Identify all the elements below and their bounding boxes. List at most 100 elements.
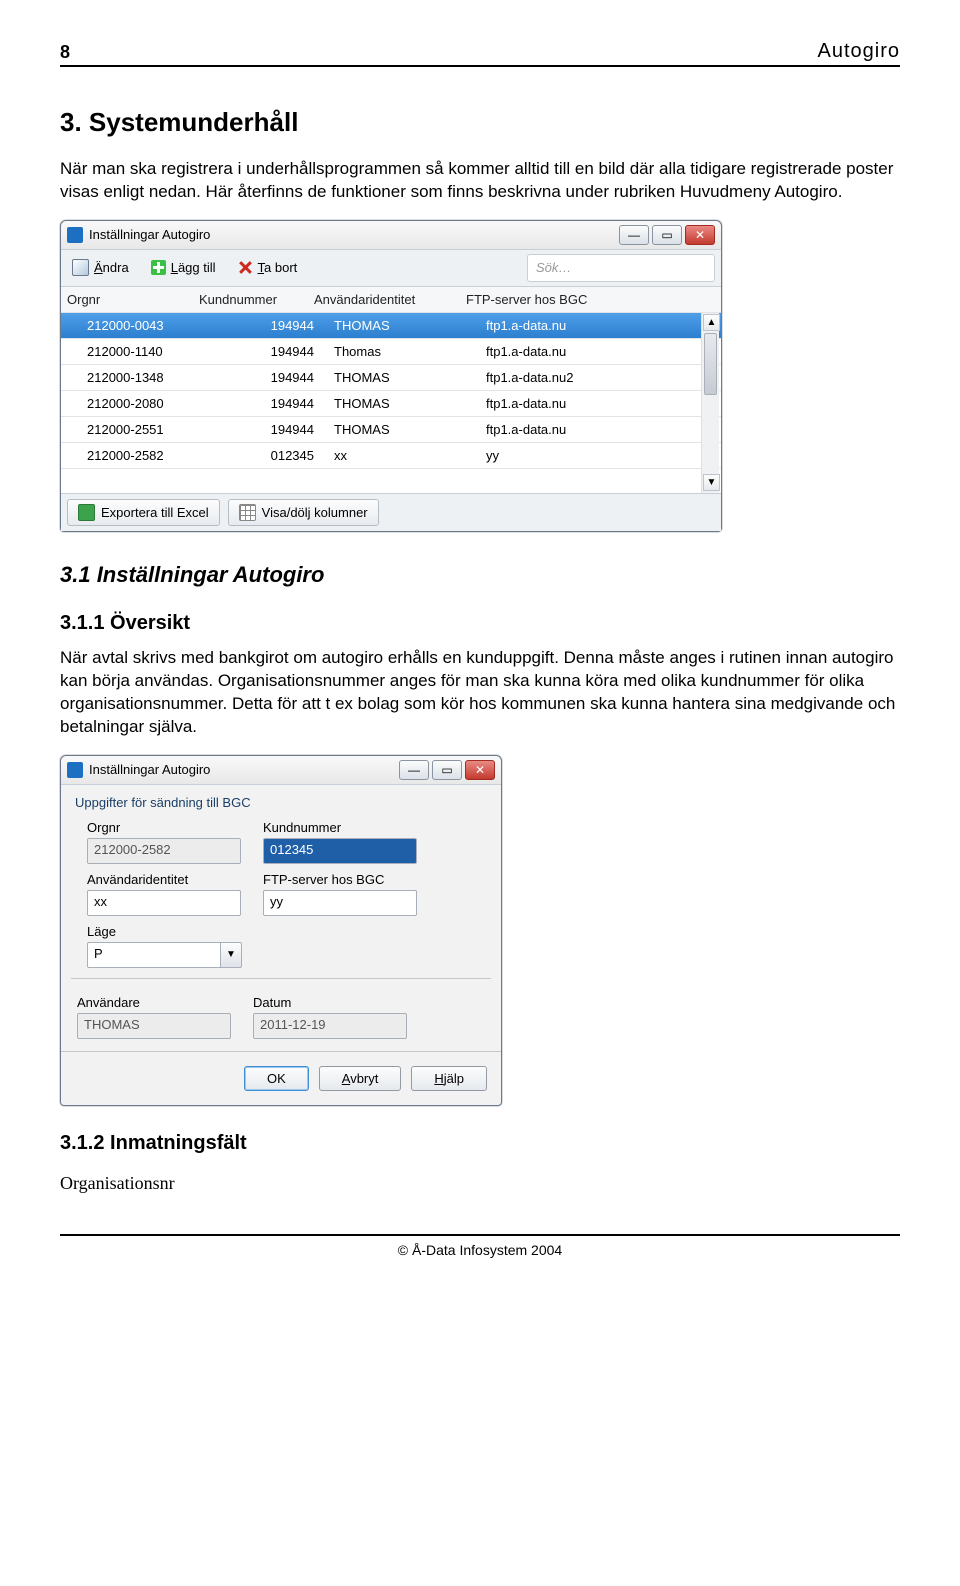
label-anvandare: Användare [77,995,231,1010]
table-row[interactable]: 212000-0043194944THOMASftp1.a-data.nu [61,313,721,339]
dialog-buttons: OK Avbryt Hjälp [61,1051,501,1105]
label-datum: Datum [253,995,407,1010]
group-label-bgc: Uppgifter för sändning till BGC [75,795,501,810]
cancel-button[interactable]: Avbryt [319,1066,402,1091]
input-datum: 2011-12-19 [253,1013,407,1039]
table-row[interactable]: 212000-1348194944THOMASftp1.a-data.nu2 [61,365,721,391]
delete-button[interactable]: Ta bort [233,258,303,277]
titlebar: Inställningar Autogiro — ▭ ✕ [61,756,501,785]
grid-body-wrapper: 212000-0043194944THOMASftp1.a-data.nu212… [61,313,721,493]
search-input[interactable]: Sök… [527,254,715,282]
col-kundnummer[interactable]: Kundnummer [193,287,308,312]
maximize-button[interactable]: ▭ [432,760,462,780]
app-icon [67,762,83,778]
table-row[interactable]: 212000-2080194944THOMASftp1.a-data.nu [61,391,721,417]
label-kundnummer: Kundnummer [263,820,417,835]
window-title: Inställningar Autogiro [89,227,619,242]
cell-c4: ftp1.a-data.nu [480,313,721,338]
toolbar: Ändra Lägg till Ta bort Sök… [61,250,721,287]
maximize-button[interactable]: ▭ [652,225,682,245]
cell-c3: THOMAS [328,365,480,390]
cell-c2: 194944 [213,339,328,364]
cell-c1: 212000-1140 [61,339,213,364]
add-label: Lägg till [171,260,216,275]
heading-oversikt: 3.1.1 Översikt [60,612,900,635]
window-installningar-list: Inställningar Autogiro — ▭ ✕ Ändra Lägg … [60,220,722,532]
cell-c2: 194944 [213,313,328,338]
grid-header: Orgnr Kundnummer Användaridentitet FTP-s… [61,287,721,313]
col-anvid[interactable]: Användaridentitet [308,287,460,312]
cell-c1: 212000-2551 [61,417,213,442]
label-orgnr: Orgnr [87,820,241,835]
cell-c3: THOMAS [328,313,480,338]
cell-c3: xx [328,443,480,468]
minimize-button[interactable]: — [619,225,649,245]
help-button[interactable]: Hjälp [411,1066,487,1091]
page-number: 8 [60,42,70,63]
excel-icon [78,504,95,521]
delete-icon [238,260,253,275]
export-excel-label: Exportera till Excel [101,505,209,520]
table-row[interactable]: 212000-2551194944THOMASftp1.a-data.nu [61,417,721,443]
input-anvid[interactable]: xx [87,890,241,916]
heading-inmatningsfalt: 3.1.2 Inmatningsfält [60,1132,900,1155]
heading-installningar: 3.1 Inställningar Autogiro [60,562,900,588]
label-lage: Läge [87,924,242,939]
ok-button[interactable]: OK [244,1066,309,1091]
cell-c4: yy [480,443,721,468]
table-row[interactable]: 212000-1140194944Thomasftp1.a-data.nu [61,339,721,365]
cell-c1: 212000-2582 [61,443,213,468]
scroll-thumb[interactable] [704,333,717,395]
label-anvid: Användaridentitet [87,872,241,887]
select-lage[interactable]: P ▼ [87,942,242,968]
bottom-toolbar: Exportera till Excel Visa/dölj kolumner [61,493,721,531]
edit-button[interactable]: Ändra [67,257,134,278]
input-ftp[interactable]: yy [263,890,417,916]
col-ftp[interactable]: FTP-server hos BGC [460,287,721,312]
add-button[interactable]: Lägg till [146,258,221,277]
cell-c1: 212000-1348 [61,365,213,390]
brand-title: Autogiro [818,40,901,63]
scroll-down-icon[interactable]: ▼ [703,474,720,491]
edit-label: Ändra [94,260,129,275]
label-ftp: FTP-server hos BGC [263,872,417,887]
cell-c1: 212000-0043 [61,313,213,338]
cell-c4: ftp1.a-data.nu [480,339,721,364]
group-bgc: Orgnr 212000-2582 Kundnummer 012345 Anvä… [71,814,491,979]
close-button[interactable]: ✕ [465,760,495,780]
cell-c4: ftp1.a-data.nu [480,417,721,442]
page-footer: © Å-Data Infosystem 2004 [60,1234,900,1258]
intro-paragraph: När man ska registrera i underhållsprogr… [60,158,900,204]
input-orgnr: 212000-2582 [87,838,241,864]
columns-icon [239,504,256,521]
heading-systemunderhall: 3. Systemunderhåll [60,107,900,138]
col-orgnr[interactable]: Orgnr [61,287,193,312]
table-row[interactable]: 212000-2582012345xxyy [61,443,721,469]
input-kundnummer[interactable]: 012345 [263,838,417,864]
input-anvandare: THOMAS [77,1013,231,1039]
window-title: Inställningar Autogiro [89,762,399,777]
cell-c2: 194944 [213,391,328,416]
cell-c2: 194944 [213,417,328,442]
scrollbar[interactable]: ▲ ▼ [701,313,719,493]
toggle-columns-button[interactable]: Visa/dölj kolumner [228,499,379,526]
cell-c3: Thomas [328,339,480,364]
delete-label: Ta bort [258,260,298,275]
edit-icon [72,259,89,276]
cell-c2: 194944 [213,365,328,390]
page-header: 8 Autogiro [60,40,900,67]
subheading-organisationsnr: Organisationsnr [60,1173,900,1194]
cell-c4: ftp1.a-data.nu2 [480,365,721,390]
app-icon [67,227,83,243]
cell-c3: THOMAS [328,391,480,416]
chevron-down-icon[interactable]: ▼ [220,942,242,968]
cell-c4: ftp1.a-data.nu [480,391,721,416]
cell-c2: 012345 [213,443,328,468]
close-button[interactable]: ✕ [685,225,715,245]
toggle-columns-label: Visa/dölj kolumner [262,505,368,520]
cell-c3: THOMAS [328,417,480,442]
scroll-up-icon[interactable]: ▲ [703,314,720,331]
export-excel-button[interactable]: Exportera till Excel [67,499,220,526]
cell-c1: 212000-2080 [61,391,213,416]
minimize-button[interactable]: — [399,760,429,780]
